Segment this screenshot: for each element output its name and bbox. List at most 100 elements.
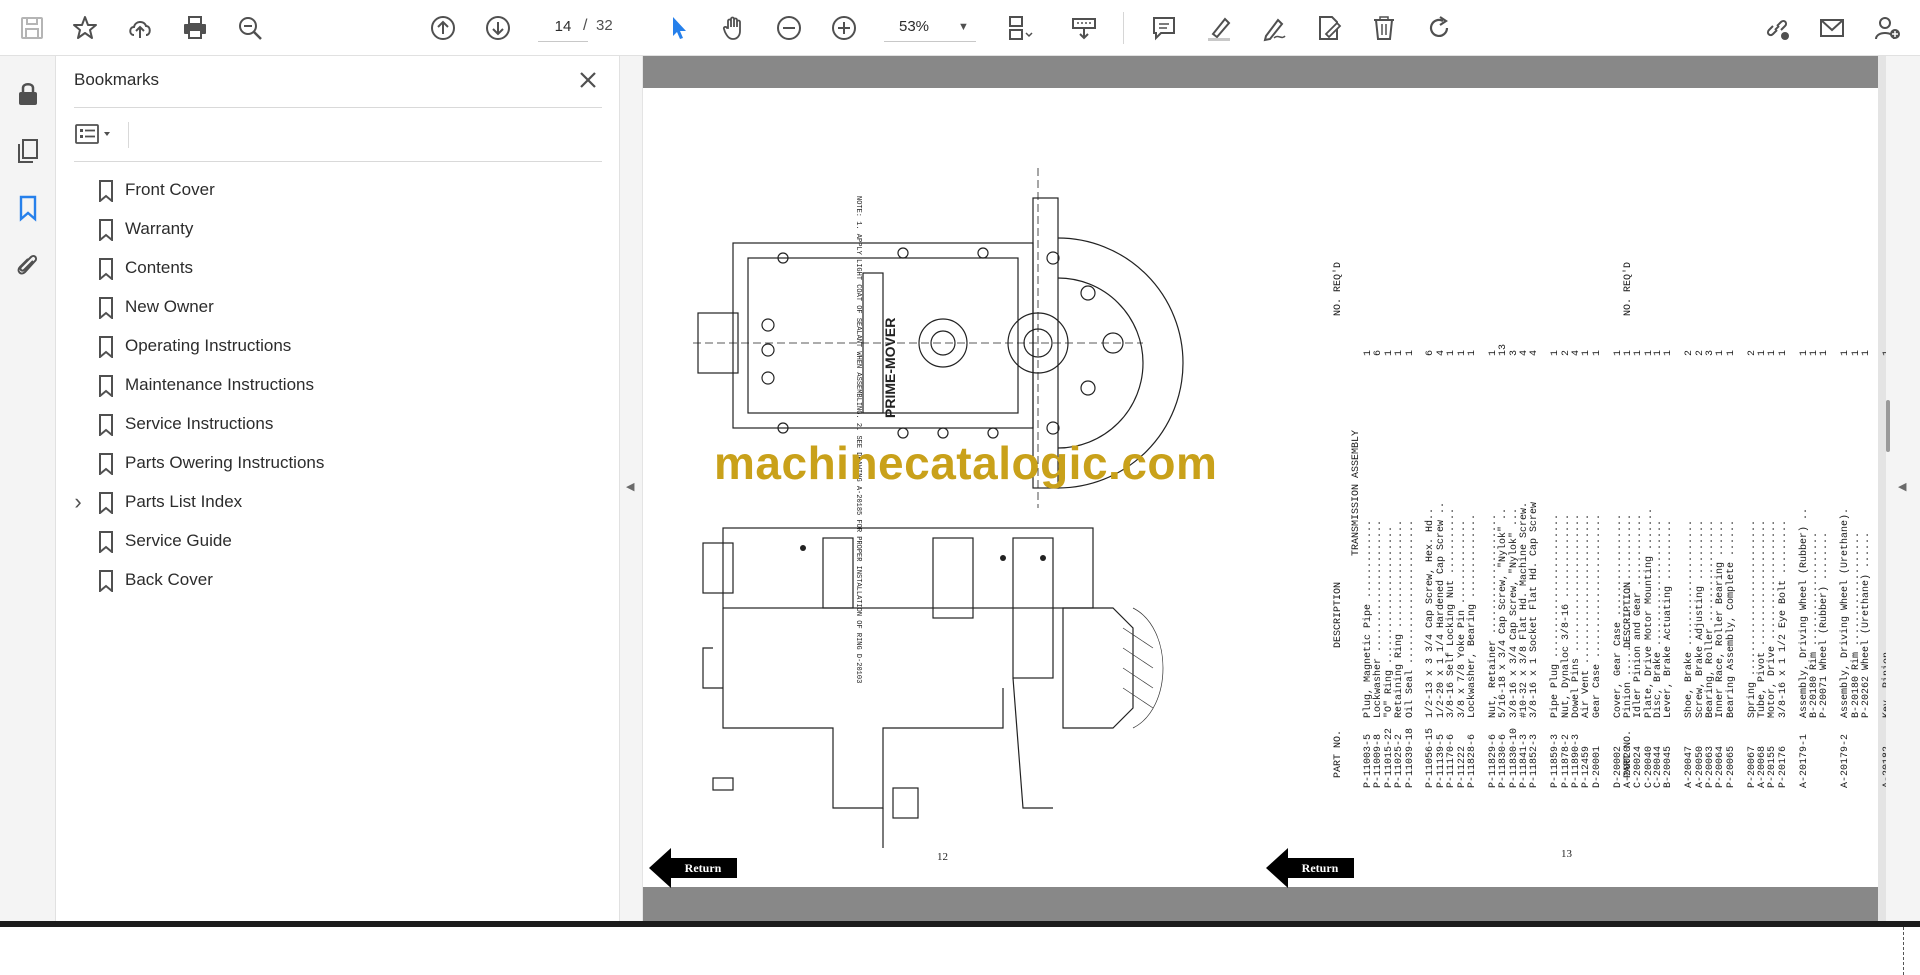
- bookmark-label: Operating Instructions: [125, 335, 292, 355]
- part-description-cell: 3/8-16 x 1 Socket Flat Hd. Cap Screw: [1529, 501, 1541, 718]
- header-part-no: PART NO.: [1623, 729, 1634, 778]
- part-description-cell: P-20262 Wheel (Urethane) ......: [1861, 531, 1872, 718]
- main-toolbar: / 32 53% ▼: [0, 0, 1920, 56]
- upload-cloud-icon[interactable]: [120, 8, 160, 48]
- email-icon[interactable]: [1812, 8, 1852, 48]
- bookmark-item[interactable]: Warranty: [56, 209, 616, 248]
- bookmark-label: Warranty: [125, 218, 194, 238]
- chevron-down-icon: ▼: [958, 20, 969, 33]
- page-number-input[interactable]: [538, 12, 588, 42]
- bookmark-icon: [99, 180, 113, 202]
- chevron-right-icon[interactable]: ›: [70, 489, 86, 515]
- bookmarks-panel: Bookmarks Front Cover Warranty Contents New…: [56, 56, 620, 921]
- bookmark-item[interactable]: › Parts List Index: [56, 482, 616, 521]
- scroll-mode-icon[interactable]: [1064, 8, 1104, 48]
- highlight-pen-icon[interactable]: [1199, 8, 1239, 48]
- bookmark-item[interactable]: Maintenance Instructions: [56, 365, 616, 404]
- part-quantity-cell: 1: [1725, 349, 1737, 356]
- page-separator: /: [583, 17, 588, 34]
- edit-document-icon[interactable]: [1309, 8, 1349, 48]
- part-number-cell: A-20179-1: [1798, 733, 1810, 788]
- part-number-cell: P-11830-10: [1508, 727, 1520, 788]
- part-number-cell: P-11039-18: [1404, 727, 1416, 788]
- previous-page-icon[interactable]: [423, 8, 463, 48]
- page-top-gap: [643, 56, 1878, 88]
- part-number-cell: A-20179-2: [1840, 733, 1852, 788]
- bookmark-options-button[interactable]: [74, 116, 122, 152]
- part-quantity-cell: 1: [1715, 349, 1727, 356]
- left-navigation-rail: [0, 56, 56, 927]
- bookmark-label: Service Guide: [125, 530, 232, 550]
- part-quantity-cell: 13: [1498, 343, 1510, 356]
- part-quantity-cell: 1: [1591, 349, 1603, 356]
- part-number-cell: P-20064: [1715, 745, 1727, 788]
- part-quantity-cell: 1: [1840, 349, 1852, 356]
- save-icon[interactable]: [12, 8, 52, 48]
- part-description-cell: Assembly, Driving Wheel (Rubber) ..: [1798, 507, 1810, 718]
- add-user-icon[interactable]: [1867, 8, 1907, 48]
- bookmark-panel-icon[interactable]: [8, 188, 48, 228]
- right-collapsed-rail: ◀: [1886, 56, 1920, 921]
- bookmark-icon: [99, 492, 113, 514]
- parts-list: PART NO. DESCRIPTION NO. REQ'D P-11003-5 Plu…: [1333, 88, 1920, 887]
- taskbar-edge: [0, 921, 1920, 927]
- delete-icon[interactable]: [1364, 8, 1404, 48]
- bookmark-item[interactable]: Contents: [56, 248, 616, 287]
- hand-tool-icon[interactable]: [714, 8, 754, 48]
- panel-splitter[interactable]: ◀: [620, 56, 642, 921]
- part-description-cell: Cover, Gear Case .................: [1612, 513, 1624, 718]
- zoom-select[interactable]: 53% ▼: [884, 12, 976, 42]
- part-number-cell: P-11025-2: [1394, 733, 1406, 788]
- header-description: DESCRIPTION: [1623, 581, 1634, 648]
- part-description-cell: Lever, Brake Actuating ..........: [1663, 519, 1675, 718]
- zoom-value: 53%: [898, 18, 930, 35]
- part-description-cell: 3/8-16 x 1 1/2 Eye Bolt .........: [1777, 519, 1789, 718]
- bookmark-item[interactable]: Service Instructions: [56, 404, 616, 443]
- part-number-cell: P-11222: [1456, 745, 1468, 788]
- search-zoom-icon[interactable]: [230, 8, 270, 48]
- part-quantity-cell: 2: [1560, 349, 1572, 356]
- part-number-cell: P-11170-6: [1446, 733, 1458, 788]
- part-description-cell: Idler Pinion and Gear ............: [1633, 513, 1645, 718]
- draw-pen-icon[interactable]: [1254, 8, 1294, 48]
- bookmark-icon: [99, 258, 113, 280]
- bookmark-item[interactable]: New Owner: [56, 287, 616, 326]
- page-thumbnails-icon[interactable]: [8, 131, 48, 171]
- close-icon[interactable]: [572, 64, 604, 96]
- bookmark-item[interactable]: Service Guide: [56, 521, 616, 560]
- return-button-right[interactable]: Return: [1266, 848, 1354, 888]
- part-description-cell: Screw, Brake Adjusting ..........: [1694, 519, 1706, 718]
- header-no-reqd: NO. REQ'D: [1623, 261, 1634, 316]
- part-quantity-cell: 1: [1394, 349, 1406, 356]
- part-description-cell: 3/8 x 7/8 Yoke Pin ..............: [1456, 519, 1468, 718]
- zoom-in-icon[interactable]: [824, 8, 864, 48]
- part-quantity-cell: 1: [1550, 349, 1562, 356]
- bookmark-item[interactable]: Parts Owering Instructions: [56, 443, 616, 482]
- expand-right-panel-icon[interactable]: ◀: [1898, 480, 1906, 493]
- select-cursor-icon[interactable]: [659, 8, 699, 48]
- lock-icon[interactable]: [8, 74, 48, 114]
- share-link-icon[interactable]: [1757, 8, 1797, 48]
- return-button-left[interactable]: Return: [649, 848, 737, 888]
- print-icon[interactable]: [175, 8, 215, 48]
- comment-icon[interactable]: [1144, 8, 1184, 48]
- part-number-cell: B-20045: [1663, 745, 1675, 788]
- next-page-icon[interactable]: [478, 8, 518, 48]
- part-quantity-cell: 1: [1777, 349, 1789, 356]
- star-icon[interactable]: [65, 8, 105, 48]
- part-quantity-cell: 2: [1684, 349, 1696, 356]
- collapse-left-icon[interactable]: ◀: [626, 480, 634, 493]
- zoom-out-icon[interactable]: [769, 8, 809, 48]
- vertical-scrollbar[interactable]: [1886, 400, 1890, 452]
- part-number-cell: A-20050: [1694, 745, 1706, 788]
- part-number-cell: P-11852-3: [1529, 733, 1541, 788]
- bookmark-list: Front Cover Warranty Contents New Owner Oper…: [56, 170, 616, 599]
- part-description-cell: 3/8-16 Self Locking Nut ...........: [1446, 507, 1458, 718]
- part-quantity-cell: 1: [1850, 349, 1862, 356]
- bookmark-item[interactable]: Operating Instructions: [56, 326, 616, 365]
- bookmark-item[interactable]: Back Cover: [56, 560, 616, 599]
- attachment-icon[interactable]: [8, 245, 48, 285]
- redo-icon[interactable]: [1419, 8, 1459, 48]
- bookmark-item[interactable]: Front Cover: [56, 170, 616, 209]
- page-layout-icon[interactable]: [1000, 8, 1040, 48]
